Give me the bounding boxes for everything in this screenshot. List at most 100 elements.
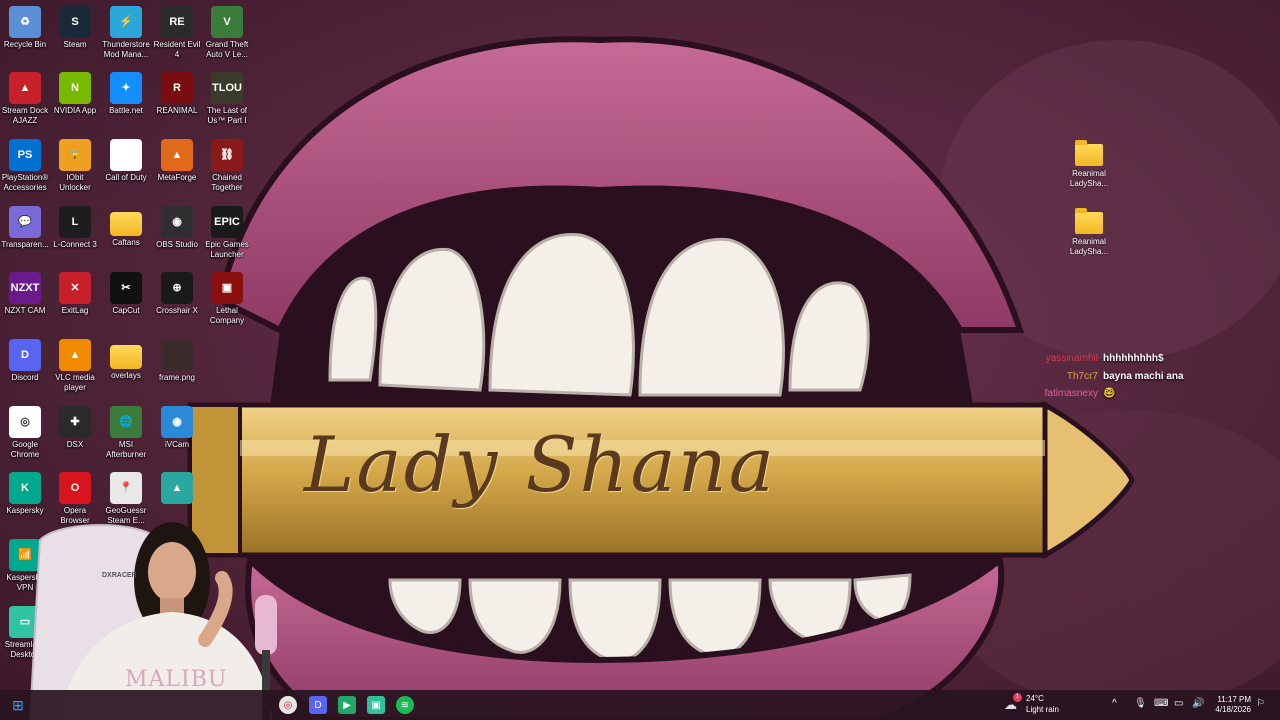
desktop-icon-label: iVCam (164, 440, 189, 449)
desktop-icon-label: Transparen... (1, 240, 49, 249)
chat-message: yassinamhil hhhhhhhhh$ (1036, 350, 1184, 368)
desktop-icon-metaforge[interactable]: ▲ MetaForge (152, 139, 202, 183)
speaker-icon[interactable]: 🔊 (1192, 698, 1204, 709)
desktop-icon-label: NZXT CAM (4, 306, 46, 315)
chrome-icon: ◎ (9, 406, 41, 438)
desktop-icon-label: MSI Afterburner (105, 440, 147, 459)
desktop-icon-label: NVIDIA App (53, 106, 97, 115)
gta-icon: V (211, 6, 243, 38)
desktop-icon-label: Google Chrome (10, 440, 40, 459)
desktop-icon-exitlag[interactable]: ✕ ExitLag (50, 272, 100, 316)
thunderstore-icon: ⚡ (110, 6, 142, 38)
desktop-icon-gta[interactable]: V Grand Theft Auto V Le... (202, 6, 252, 60)
desktop-folder-reanimal-2[interactable]: Reanimal LadySha... (1059, 208, 1119, 257)
desktop-icon-label: Reanimal LadySha... (1069, 237, 1109, 256)
weather-temperature: 24°C (1026, 694, 1044, 703)
nzxt-icon: NZXT (9, 272, 41, 304)
desktop-icon-label: Epic Games Launcher (205, 240, 249, 259)
desktop-icon-dsx[interactable]: ✚ DSX (50, 406, 100, 450)
desktop-icon-transparent[interactable]: 💬 Transparen... (0, 206, 50, 250)
ivcam-icon: ◉ (161, 406, 193, 438)
webcam-shirt-text: MALIBU (125, 667, 228, 692)
metaforge-icon: ▲ (161, 139, 193, 171)
recycle-bin-icon: ♻ (9, 6, 41, 38)
microphone-icon[interactable]: 🎙 (1134, 698, 1147, 709)
desktop-icon-stream-dock[interactable]: ▲ Stream Dock AJAZZ (0, 72, 50, 126)
desktop-icon-chained-together[interactable]: ⛓ Chained Together (202, 139, 252, 193)
desktop-icon-battlenet[interactable]: ✦ Battle.net (101, 72, 151, 116)
spotify-taskbar-button[interactable]: ≋ (396, 696, 414, 714)
desktop-folder-reanimal-1[interactable]: Reanimal LadySha... (1059, 140, 1119, 189)
desktop-icon-l-connect[interactable]: L L-Connect 3 (50, 206, 100, 250)
notification-icon[interactable]: ⚐ (1256, 698, 1265, 709)
desktop-icon-label: CapCut (112, 306, 140, 315)
msi-afterburner-icon: 🌐 (110, 406, 142, 438)
desktop-icon-call-of-duty[interactable]: Call of Duty (101, 139, 151, 183)
keyboard-icon[interactable]: ⌨ (1154, 698, 1168, 709)
desktop-icon-discord[interactable]: D Discord (0, 339, 50, 383)
start-button[interactable]: ⊞ (9, 696, 27, 714)
lethal-company-icon: ▣ (211, 272, 243, 304)
desktop-icon-lethal-company[interactable]: ▣ Lethal Company (202, 272, 252, 326)
folder-icon (1075, 140, 1103, 166)
desktop-icon-resident-evil[interactable]: RE Resident Evil 4 (152, 6, 202, 60)
chained-together-icon: ⛓ (211, 139, 243, 171)
desktop-icon-recycle-bin[interactable]: ♻ Recycle Bin (0, 6, 50, 50)
desktop-icon-label: Chained Together (211, 173, 243, 192)
desktop-icon-capcut[interactable]: ✂ CapCut (101, 272, 151, 316)
desktop-icon-vlc[interactable]: ▲ VLC media player (50, 339, 100, 393)
desktop-icon-iobit[interactable]: 🔒 IObit Unlocker (50, 139, 100, 193)
stream-chat-overlay: yassinamhil hhhhhhhhh$ Th7cr7 bayna machi … (1036, 350, 1184, 403)
transparent-icon: 💬 (9, 206, 41, 238)
desktop-icon-epic-games[interactable]: EPIC Epic Games Launcher (202, 206, 252, 260)
caftans-folder-icon (110, 212, 142, 236)
weather-description: Light rain (1026, 705, 1059, 714)
desktop-icon-nvidia[interactable]: N NVIDIA App (50, 72, 100, 116)
desktop-icon-label: MetaForge (157, 173, 197, 182)
l-connect-icon: L (59, 206, 91, 238)
show-hidden-icons-button[interactable]: ^ (1112, 698, 1117, 709)
call-of-duty-icon (110, 139, 142, 171)
weather-badge: 1 (1013, 693, 1022, 702)
desktop-icon-chrome[interactable]: ◎ Google Chrome (0, 406, 50, 460)
desktop-icon-label: Grand Theft Auto V Le... (205, 40, 249, 59)
desktop-icon-label: frame.png (158, 373, 196, 382)
battlenet-icon: ✦ (110, 72, 142, 104)
chat-username: fatimasnexy (1044, 388, 1098, 399)
chat-username: yassinamhil (1045, 353, 1098, 364)
desktop-icon-label: Thunderstore Mod Mana... (102, 40, 150, 59)
discord-taskbar-button[interactable]: D (309, 696, 327, 714)
chat-username: Th7cr7 (1066, 370, 1098, 382)
chat-text: hhhhhhhhh$ (1103, 353, 1164, 364)
chrome-taskbar-button[interactable]: ◎ (279, 696, 297, 714)
frame-image-icon (161, 339, 193, 371)
desktop-icon-thunderstore[interactable]: ⚡ Thunderstore Mod Mana... (101, 6, 151, 60)
app-taskbar-button[interactable]: ▣ (367, 696, 385, 714)
desktop-icon-overlays-folder[interactable]: overlays (101, 339, 151, 381)
network-icon[interactable]: ▭ (1174, 698, 1183, 709)
desktop-icon-label: PlayStation® Accessories (1, 173, 49, 192)
taskbar-clock[interactable]: 11:17 PM 4/18/2026 (1206, 695, 1251, 715)
epic-games-icon: EPIC (211, 206, 243, 238)
webcam-chair-brand: DXRACER (102, 572, 137, 579)
desktop-icon-label: Steam (63, 40, 87, 49)
streamlabs-taskbar-button[interactable]: ▶ (338, 696, 356, 714)
desktop-icon-label: ExitLag (61, 306, 89, 315)
desktop-icon-last-of-us[interactable]: TLOU The Last of Us™ Part I (202, 72, 252, 126)
desktop-icon-label: Resident Evil 4 (153, 40, 201, 59)
desktop-icon-crosshair[interactable]: ⊕ Crosshair X (152, 272, 202, 316)
weather-widget[interactable]: ☁ 1 24°C Light rain (1004, 693, 1084, 716)
desktop-icon-obs[interactable]: ◉ OBS Studio (152, 206, 202, 250)
desktop-icon-playstation[interactable]: PS PlayStation® Accessories (0, 139, 50, 193)
desktop-icon-caftans-folder[interactable]: Caftans (101, 206, 151, 248)
desktop-icon-steam[interactable]: S Steam (50, 6, 100, 50)
desktop-icon-label: OBS Studio (156, 240, 198, 249)
desktop-icon-frame-image[interactable]: frame.png (152, 339, 202, 383)
desktop-icon-reanimal[interactable]: R REANIMAL (152, 72, 202, 116)
desktop-icon-nzxt[interactable]: NZXT NZXT CAM (0, 272, 50, 316)
desktop-icon-msi-afterburner[interactable]: 🌐 MSI Afterburner (101, 406, 151, 460)
desktop-icon-label: L-Connect 3 (53, 240, 97, 249)
chat-message: Th7cr7 bayna machi ana (1036, 368, 1184, 386)
desktop-icon-ivcam[interactable]: ◉ iVCam (152, 406, 202, 450)
nvidia-icon: N (59, 72, 91, 104)
